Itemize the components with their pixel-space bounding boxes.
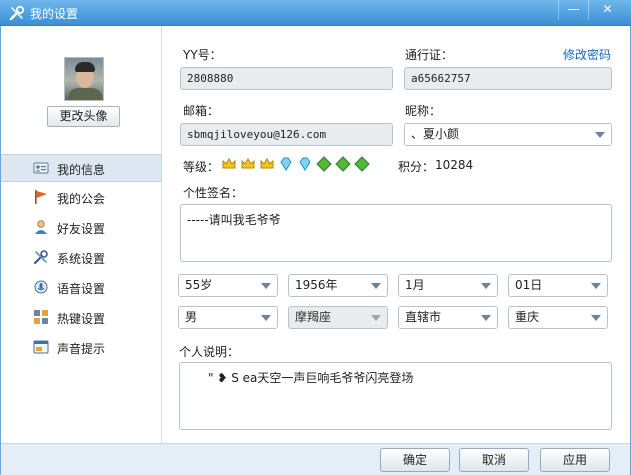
- level-label: 等级：: [183, 160, 220, 174]
- crown-icon: [241, 158, 255, 169]
- tools-icon: [33, 250, 48, 265]
- birth-year-select[interactable]: 1956年: [288, 274, 388, 297]
- footer-bar: 确定 取消 应用: [1, 443, 630, 475]
- minimize-button[interactable]: —: [558, 0, 588, 20]
- sidebar-item-label: 我的公会: [57, 192, 106, 206]
- crown-icon: [222, 158, 236, 169]
- birth-day-value: 01日: [515, 278, 543, 292]
- signature-label: 个性签名：: [183, 186, 244, 200]
- chevron-down-icon: [481, 283, 491, 289]
- tools-icon: [9, 5, 25, 21]
- sidebar-item-label: 系统设置: [57, 252, 106, 266]
- sidebar-item-voice-settings[interactable]: 语音设置: [1, 274, 161, 302]
- chevron-down-icon: [261, 283, 271, 289]
- crown-icon: [260, 158, 274, 169]
- signature-input[interactable]: -----请叫我毛爷爷: [180, 204, 612, 262]
- passport-field: a65662757: [404, 67, 612, 90]
- sound-alert-icon: [33, 340, 49, 354]
- sidebar-item-label: 热键设置: [57, 312, 106, 326]
- birth-year-value: 1956年: [295, 278, 338, 292]
- age-value: 55岁: [185, 278, 213, 292]
- chevron-down-icon: [481, 315, 491, 321]
- gender-value: 男: [185, 310, 198, 324]
- leaf-icon: [335, 156, 351, 172]
- sidebar-item-hotkey-settings[interactable]: 热键设置: [1, 304, 161, 332]
- sidebar: 更改头像 我的信息 我的公会 好友设置 系统设置 语音设置 热键设置 声音提示: [1, 26, 162, 443]
- sidebar-item-label: 我的信息: [57, 163, 106, 177]
- yy-number-field: 2808880: [180, 67, 393, 90]
- close-button[interactable]: ✕: [588, 0, 626, 20]
- chevron-down-icon: [261, 315, 271, 321]
- apply-button[interactable]: 应用: [540, 448, 610, 472]
- flag-icon: [35, 190, 47, 204]
- city-type-select[interactable]: 直辖市: [398, 306, 498, 329]
- points-label: 积分：: [398, 160, 435, 174]
- sidebar-item-label: 语音设置: [57, 282, 106, 296]
- zodiac-value: 摩羯座: [295, 310, 332, 324]
- sidebar-item-system-settings[interactable]: 系统设置: [1, 244, 161, 272]
- sidebar-item-my-info[interactable]: 我的信息: [1, 154, 161, 182]
- leaf-icon: [316, 156, 332, 172]
- title-bar[interactable]: 我的设置 — ✕: [0, 0, 631, 26]
- ok-button[interactable]: 确定: [380, 448, 450, 472]
- signature-text: -----请叫我毛爷爷: [187, 213, 281, 227]
- gender-select[interactable]: 男: [178, 306, 278, 329]
- chevron-down-icon: [591, 283, 601, 289]
- window-title: 我的设置: [30, 7, 79, 21]
- city-select[interactable]: 重庆: [508, 306, 608, 329]
- voice-icon: [34, 280, 48, 294]
- description-label: 个人说明：: [179, 345, 240, 359]
- chevron-down-icon: [371, 283, 381, 289]
- cancel-button[interactable]: 取消: [459, 448, 529, 472]
- description-text: " ❥ S ea天空一声巨响毛爷爷闪亮登场: [208, 371, 414, 385]
- hotkey-icon: [34, 310, 48, 324]
- nickname-value: 、夏小颜: [411, 127, 460, 141]
- diamond-icon: [299, 157, 311, 171]
- city-value: 重庆: [515, 310, 540, 324]
- nickname-combo[interactable]: 、夏小颜: [404, 123, 612, 146]
- friend-icon: [35, 220, 47, 234]
- sidebar-item-label: 声音提示: [57, 342, 106, 356]
- profile-card-icon: [33, 162, 49, 174]
- passport-label: 通行证：: [405, 48, 454, 62]
- chevron-down-icon: [591, 315, 601, 321]
- leaf-icon: [354, 156, 370, 172]
- diamond-icon: [280, 157, 292, 171]
- birth-month-value: 1月: [405, 278, 425, 292]
- sidebar-item-friend-settings[interactable]: 好友设置: [1, 214, 161, 242]
- description-input[interactable]: " ❥ S ea天空一声巨响毛爷爷闪亮登场: [179, 362, 612, 430]
- avatar: [64, 57, 104, 101]
- birth-day-select[interactable]: 01日: [508, 274, 608, 297]
- city-type-value: 直辖市: [405, 310, 442, 324]
- age-select[interactable]: 55岁: [178, 274, 278, 297]
- change-password-link[interactable]: 修改密码: [563, 46, 611, 63]
- chevron-down-icon: [371, 315, 381, 321]
- email-field: sbmqjiloveyou@126.com: [180, 123, 393, 146]
- sidebar-item-sound-alerts[interactable]: 声音提示: [1, 334, 161, 362]
- points-value: 10284: [435, 158, 474, 172]
- yy-number-label: YY号：: [183, 48, 222, 62]
- birth-month-select[interactable]: 1月: [398, 274, 498, 297]
- zodiac-select: 摩羯座: [288, 306, 388, 329]
- change-avatar-button[interactable]: 更改头像: [47, 106, 120, 127]
- chevron-down-icon: [595, 132, 605, 138]
- sidebar-item-label: 好友设置: [57, 222, 106, 236]
- sidebar-item-my-guild[interactable]: 我的公会: [1, 184, 161, 212]
- nickname-label: 昵称：: [405, 104, 442, 118]
- email-label: 邮箱：: [183, 104, 220, 118]
